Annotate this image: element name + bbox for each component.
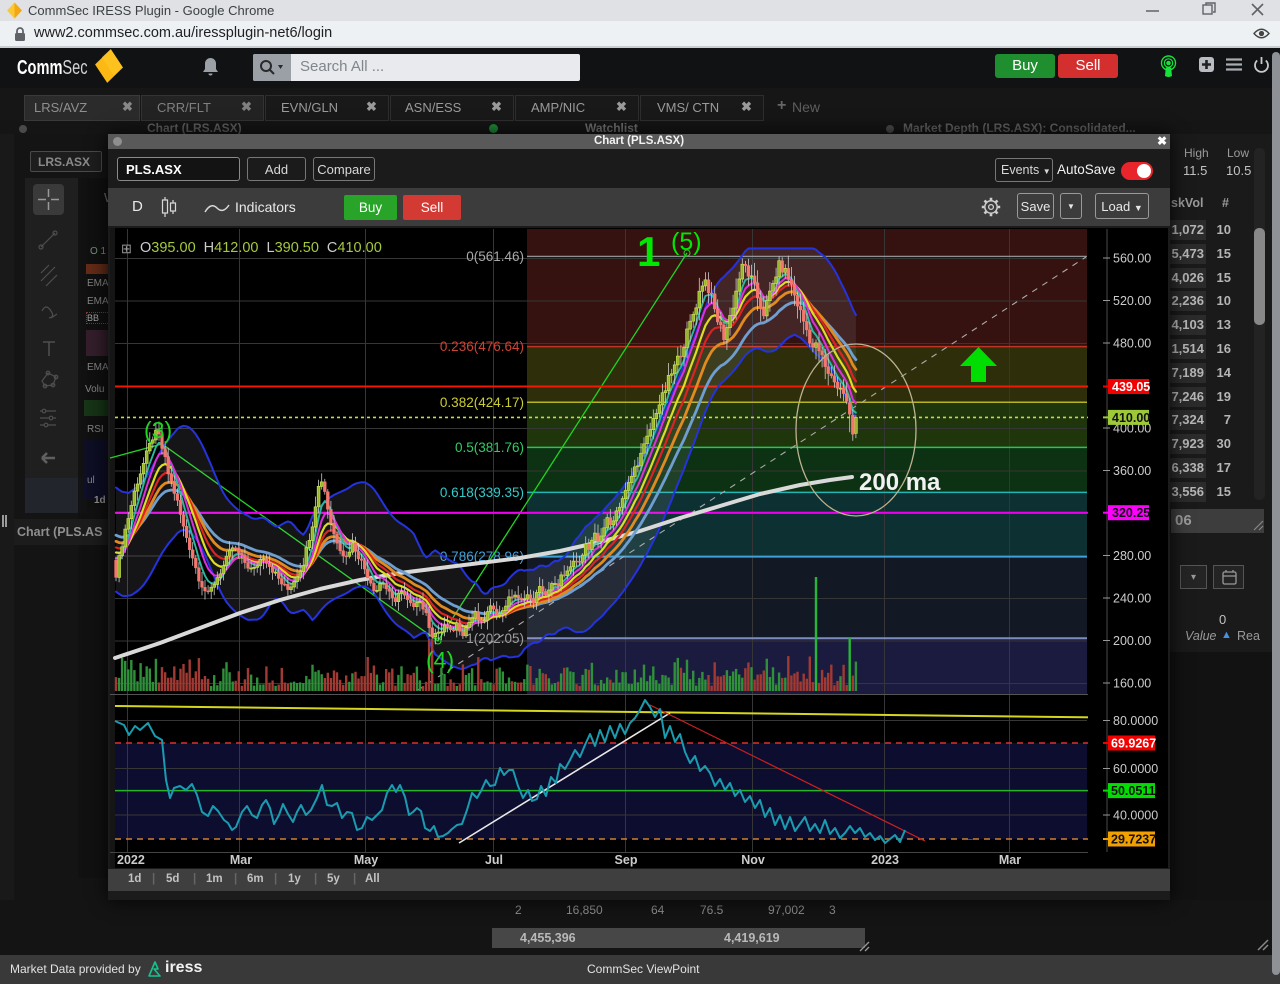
svg-text:40.0000: 40.0000 xyxy=(1113,809,1158,823)
svg-text:May: May xyxy=(354,853,378,867)
svg-text:Mar: Mar xyxy=(999,853,1021,867)
svg-text:69.9267: 69.9267 xyxy=(1111,737,1156,751)
svg-text:439.05: 439.05 xyxy=(1112,380,1150,394)
svg-text:410.00: 410.00 xyxy=(1112,411,1150,425)
svg-text:1: 1 xyxy=(637,228,660,275)
svg-text:2022: 2022 xyxy=(117,853,145,867)
svg-text:Sep: Sep xyxy=(615,853,638,867)
svg-text:160.00: 160.00 xyxy=(1113,677,1151,691)
svg-text:480.00: 480.00 xyxy=(1113,337,1151,351)
svg-text:0.236(476.64): 0.236(476.64) xyxy=(440,339,524,354)
svg-text:(4): (4) xyxy=(426,647,454,673)
svg-text:Nov: Nov xyxy=(741,853,765,867)
svg-text:200 ma: 200 ma xyxy=(859,469,941,496)
svg-text:Mar: Mar xyxy=(230,853,252,867)
svg-text:(5): (5) xyxy=(671,228,702,256)
svg-text:0.382(424.17): 0.382(424.17) xyxy=(440,395,524,410)
svg-text:560.00: 560.00 xyxy=(1113,252,1151,266)
svg-text:520.00: 520.00 xyxy=(1113,294,1151,308)
svg-text:0(561.46): 0(561.46) xyxy=(466,249,524,264)
svg-text:0.618(339.35): 0.618(339.35) xyxy=(440,485,524,500)
svg-text:80.0000: 80.0000 xyxy=(1113,714,1158,728)
svg-text:2023: 2023 xyxy=(871,853,899,867)
svg-text:240.00: 240.00 xyxy=(1113,592,1151,606)
svg-text:(3): (3) xyxy=(144,417,172,443)
svg-text:280.00: 280.00 xyxy=(1113,549,1151,563)
svg-text:0.5(381.76): 0.5(381.76) xyxy=(455,440,524,455)
svg-text:29.7237: 29.7237 xyxy=(1111,833,1156,847)
svg-text:50.0511: 50.0511 xyxy=(1111,784,1156,798)
svg-text:360.00: 360.00 xyxy=(1113,464,1151,478)
svg-text:60.0000: 60.0000 xyxy=(1113,762,1158,776)
svg-text:Jul: Jul xyxy=(485,853,503,867)
svg-text:200.00: 200.00 xyxy=(1113,634,1151,648)
svg-text:320.25: 320.25 xyxy=(1112,506,1150,520)
svg-text:⊞: ⊞ xyxy=(121,241,132,256)
